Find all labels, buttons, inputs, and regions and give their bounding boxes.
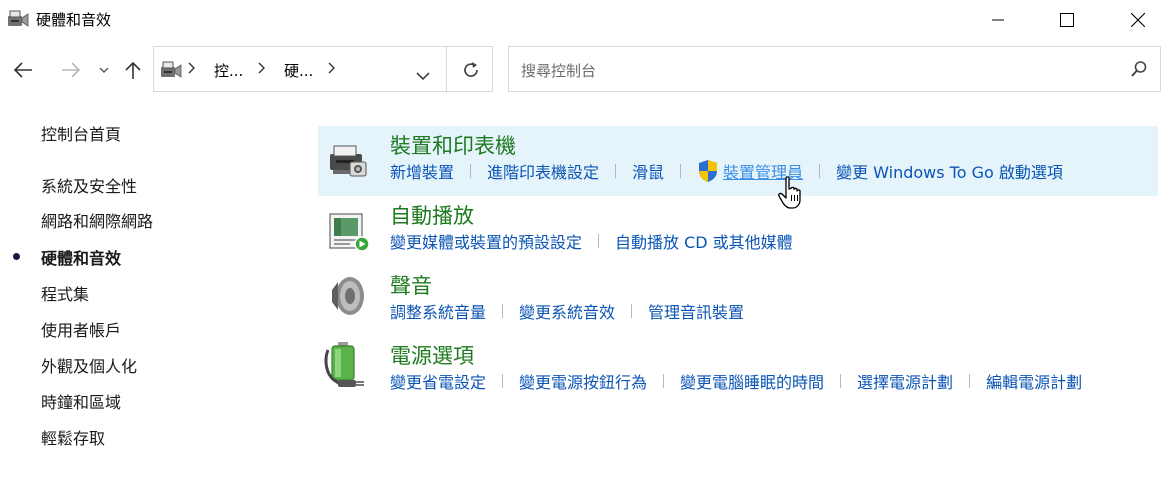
link-separator xyxy=(615,164,617,178)
link-mouse[interactable]: 滑鼠 xyxy=(632,159,664,183)
link-separator xyxy=(840,374,842,388)
search-box[interactable]: 搜尋控制台 xyxy=(508,46,1161,92)
arrow-left-icon xyxy=(13,62,32,78)
category-links: 新增裝置 進階印表機設定 滑鼠 裝置管理員 變更 Windows To Go 啟… xyxy=(390,159,1063,183)
chevron-right-icon[interactable] xyxy=(328,60,336,80)
category-title[interactable]: 裝置和印表機 xyxy=(390,130,516,160)
back-button[interactable] xyxy=(10,58,36,82)
breadcrumb-item[interactable]: 硬... xyxy=(284,60,313,81)
link-separator xyxy=(502,374,504,388)
minimize-button[interactable] xyxy=(975,0,1021,40)
maximize-icon xyxy=(1060,13,1074,27)
category-links: 變更媒體或裝置的預設設定 自動播放 CD 或其他媒體 xyxy=(390,229,793,253)
category-links: 調整系統音量 變更系統音效 管理音訊裝置 xyxy=(390,299,744,323)
sidebar-item-user-accounts[interactable]: 使用者帳戶 xyxy=(41,317,121,341)
window-title: 硬體和音效 xyxy=(36,11,112,29)
up-button[interactable] xyxy=(122,58,144,82)
address-bar[interactable]: 控... 硬... xyxy=(153,46,494,93)
hardware-sound-icon xyxy=(158,59,184,81)
link-separator xyxy=(969,374,971,388)
link-adjust-volume[interactable]: 調整系統音量 xyxy=(390,299,486,323)
category-title[interactable]: 自動播放 xyxy=(390,200,474,230)
link-sleep-time[interactable]: 變更電腦睡眠的時間 xyxy=(680,369,824,393)
search-icon[interactable] xyxy=(1130,60,1148,82)
category-devices-printers: 裝置和印表機 新增裝置 進階印表機設定 滑鼠 裝置管理員 變更 Windows … xyxy=(318,126,1158,196)
link-separator xyxy=(598,234,600,248)
link-power-saving[interactable]: 變更省電設定 xyxy=(390,369,486,393)
link-manage-audio-devices[interactable]: 管理音訊裝置 xyxy=(648,299,744,323)
category-title[interactable]: 電源選項 xyxy=(390,340,474,370)
minimize-icon xyxy=(992,19,1004,21)
link-separator xyxy=(470,164,472,178)
autoplay-icon[interactable] xyxy=(324,206,372,254)
chevron-right-icon[interactable] xyxy=(188,60,196,80)
link-change-system-sounds[interactable]: 變更系統音效 xyxy=(519,299,615,323)
navigation-bar: 控... 硬... 搜尋控制台 xyxy=(0,46,1169,94)
chevron-down-icon xyxy=(99,67,109,73)
speaker-icon[interactable] xyxy=(324,272,372,320)
category-sound: 聲音 調整系統音量 變更系統音效 管理音訊裝置 xyxy=(318,266,1158,336)
category-title[interactable]: 聲音 xyxy=(390,270,432,300)
link-separator xyxy=(502,304,504,318)
link-choose-power-plan[interactable]: 選擇電源計劃 xyxy=(857,369,953,393)
chevron-down-icon xyxy=(416,72,430,81)
link-power-button-behavior[interactable]: 變更電源按鈕行為 xyxy=(519,369,647,393)
link-change-media-defaults[interactable]: 變更媒體或裝置的預設設定 xyxy=(390,229,582,253)
link-windows-to-go[interactable]: 變更 Windows To Go 啟動選項 xyxy=(836,159,1063,183)
refresh-button[interactable] xyxy=(446,47,494,93)
close-icon xyxy=(1131,13,1145,27)
link-separator xyxy=(631,304,633,318)
close-button[interactable] xyxy=(1115,0,1161,40)
link-add-device[interactable]: 新增裝置 xyxy=(390,159,454,183)
sidebar-item-home[interactable]: 控制台首頁 xyxy=(41,121,121,145)
battery-icon[interactable] xyxy=(324,340,372,388)
link-separator xyxy=(663,374,665,388)
hardware-sound-icon xyxy=(6,8,30,30)
forward-button[interactable] xyxy=(58,58,84,82)
link-edit-power-plan[interactable]: 編輯電源計劃 xyxy=(986,369,1082,393)
sidebar-item-programs[interactable]: 程式集 xyxy=(41,281,89,305)
sidebar-item-network[interactable]: 網路和網際網路 xyxy=(41,208,153,232)
arrow-up-icon xyxy=(125,61,141,79)
title-bar: 硬體和音效 xyxy=(0,0,1169,40)
recent-locations-button[interactable] xyxy=(96,58,112,82)
sidebar-item-ease-of-access[interactable]: 輕鬆存取 xyxy=(41,425,105,449)
sidebar-item-clock-region[interactable]: 時鐘和區域 xyxy=(41,389,121,413)
maximize-button[interactable] xyxy=(1044,0,1090,40)
current-item-bullet xyxy=(13,253,20,260)
category-power: 電源選項 變更省電設定 變更電源按鈕行為 變更電腦睡眠的時間 選擇電源計劃 編輯… xyxy=(318,336,1158,406)
link-separator xyxy=(680,164,682,178)
uac-shield-icon xyxy=(697,159,719,183)
search-input[interactable]: 搜尋控制台 xyxy=(521,60,596,81)
hand-cursor-icon xyxy=(778,176,804,210)
link-autoplay-cd[interactable]: 自動播放 CD 或其他媒體 xyxy=(615,229,793,253)
chevron-right-icon[interactable] xyxy=(258,60,266,80)
printer-icon[interactable] xyxy=(324,136,372,184)
refresh-icon xyxy=(463,62,478,77)
link-advanced-printer-setup[interactable]: 進階印表機設定 xyxy=(487,159,599,183)
sidebar-item-appearance[interactable]: 外觀及個人化 xyxy=(41,353,137,377)
sidebar-item-system-security[interactable]: 系統及安全性 xyxy=(41,173,137,197)
category-links: 變更省電設定 變更電源按鈕行為 變更電腦睡眠的時間 選擇電源計劃 編輯電源計劃 xyxy=(390,369,1082,393)
sidebar-item-hardware-sound[interactable]: 硬體和音效 xyxy=(41,245,121,269)
link-separator xyxy=(819,164,821,178)
arrow-right-icon xyxy=(62,62,81,78)
breadcrumb-item[interactable]: 控... xyxy=(214,60,243,81)
category-autoplay: 自動播放 變更媒體或裝置的預設設定 自動播放 CD 或其他媒體 xyxy=(318,196,1158,266)
address-dropdown-button[interactable] xyxy=(416,66,430,85)
